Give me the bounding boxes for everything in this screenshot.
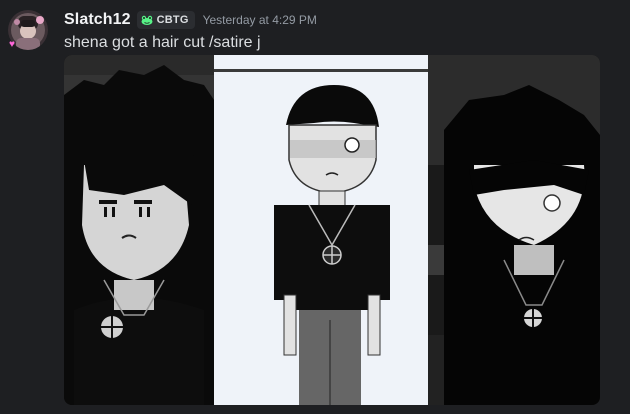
- message-content: shena got a hair cut /satire j: [64, 34, 261, 51]
- left-character-panel: [64, 55, 214, 405]
- attachment-image: [64, 55, 600, 405]
- guild-tag-label: CBTG: [156, 14, 189, 26]
- message-header: Slatch12 CBTG Yesterday at 4:29 PM: [64, 11, 317, 29]
- message-timestamp[interactable]: Yesterday at 4:29 PM: [203, 13, 317, 27]
- frog-icon: [141, 15, 153, 25]
- right-character-panel: [428, 55, 600, 405]
- heart-icon: ♥: [9, 38, 15, 50]
- image-attachment[interactable]: [64, 55, 600, 405]
- chat-message: ♥ Slatch12 CBTG Yesterday at 4:29 PM she…: [0, 0, 630, 414]
- username[interactable]: Slatch12: [64, 11, 131, 29]
- center-character-panel: [214, 55, 428, 405]
- guild-tag[interactable]: CBTG: [136, 11, 195, 29]
